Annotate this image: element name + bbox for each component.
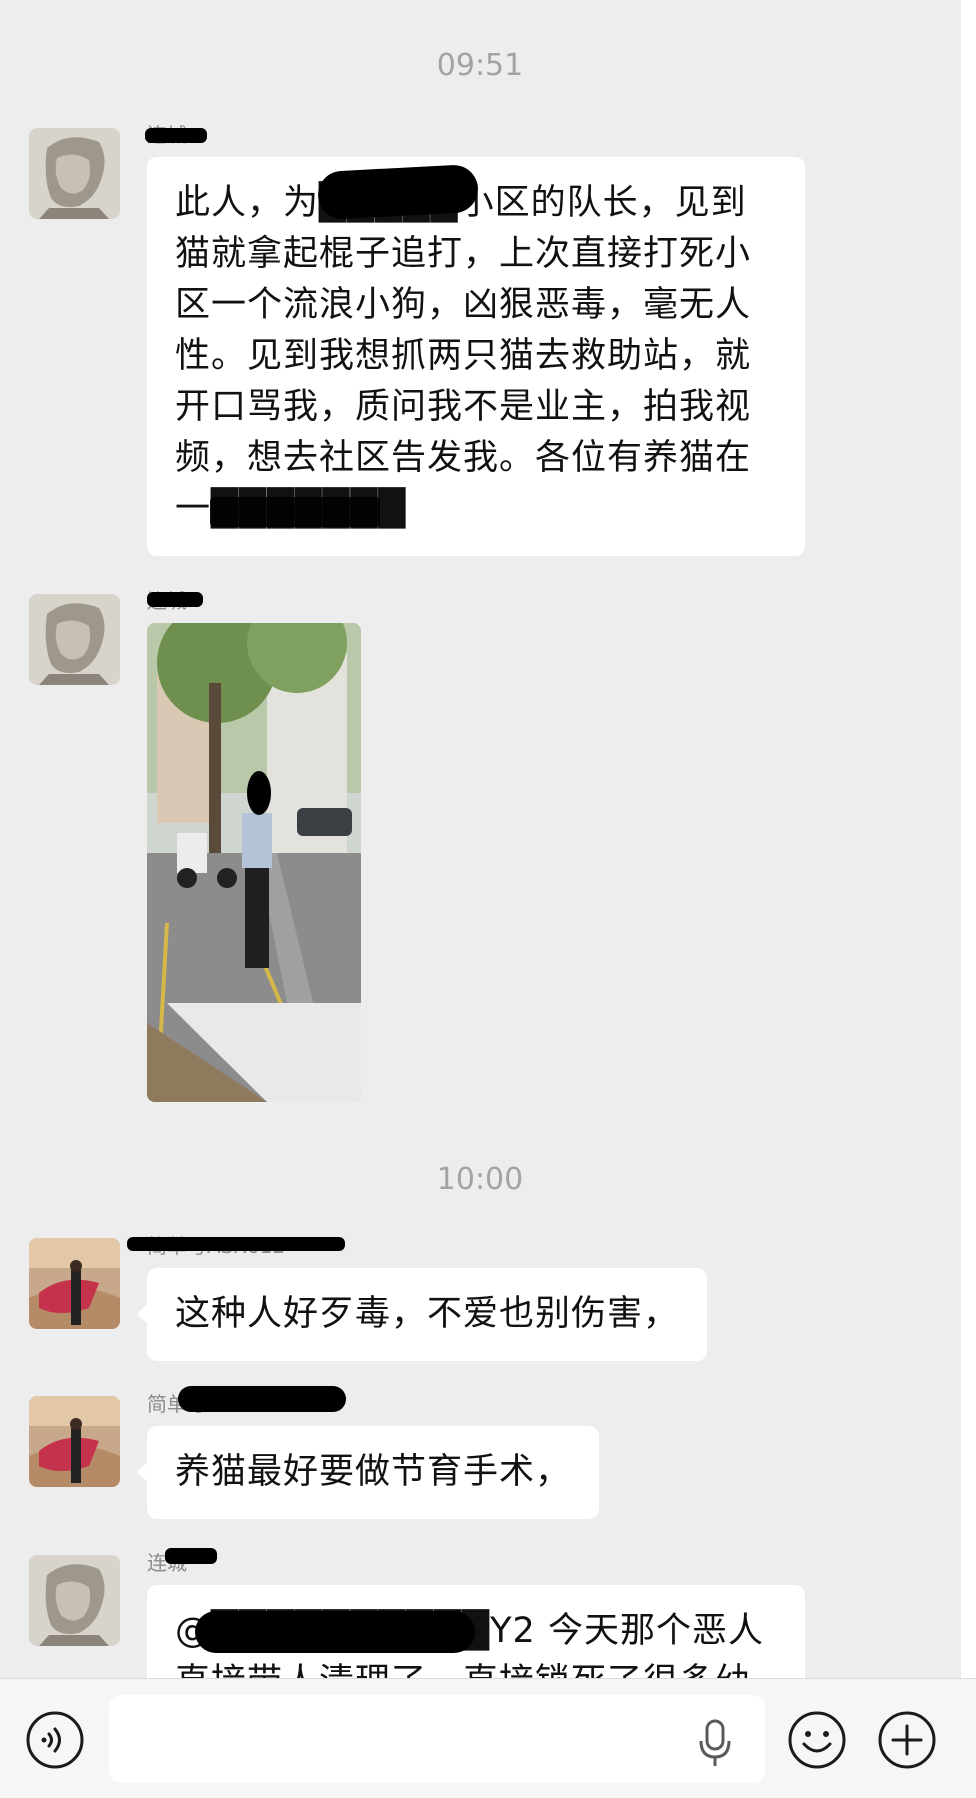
microphone-icon[interactable]	[697, 1719, 733, 1769]
redaction-bar	[147, 592, 203, 607]
redaction-bar	[127, 1237, 345, 1251]
redaction-bar	[145, 128, 207, 143]
message-bubble[interactable]: 这种人好歹毒，不爱也别伤害，	[136, 1268, 708, 1361]
avatar[interactable]	[29, 1555, 120, 1646]
redaction-bar	[195, 1611, 475, 1653]
timestamp: 09:51	[436, 48, 524, 83]
voice-mode-icon[interactable]	[25, 1710, 85, 1770]
scroll-edge	[961, 0, 976, 1678]
plus-icon[interactable]	[877, 1710, 937, 1770]
avatar[interactable]	[29, 128, 120, 219]
avatar[interactable]	[29, 1396, 120, 1487]
message-input[interactable]	[109, 1695, 765, 1783]
avatar[interactable]	[29, 594, 120, 685]
redaction-bar	[316, 163, 480, 221]
redaction-bar	[165, 1548, 217, 1564]
message-bubble[interactable]: 养猫最好要做节育手术，	[136, 1426, 600, 1519]
timestamp: 10:00	[436, 1162, 524, 1197]
redaction-bar	[178, 1386, 346, 1412]
message-text: 养猫最好要做节育手术，	[175, 1452, 572, 1492]
avatar[interactable]	[29, 1238, 120, 1329]
redaction-bar	[210, 497, 380, 527]
photo-message[interactable]	[147, 623, 361, 1102]
input-bar	[0, 1678, 976, 1798]
emoji-icon[interactable]	[787, 1710, 847, 1770]
message-text: 这种人好歹毒，不爱也别伤害，	[175, 1294, 680, 1334]
message-text: 此人，为█████小区的队长，见到猫就拿起棍子追打，上次直接打死小区一个流浪小狗…	[175, 183, 752, 529]
chat-area[interactable]: 09:51 连城 此人，为█████小区的队长，见到猫就拿起棍子追打，上次直接打…	[0, 0, 976, 1678]
